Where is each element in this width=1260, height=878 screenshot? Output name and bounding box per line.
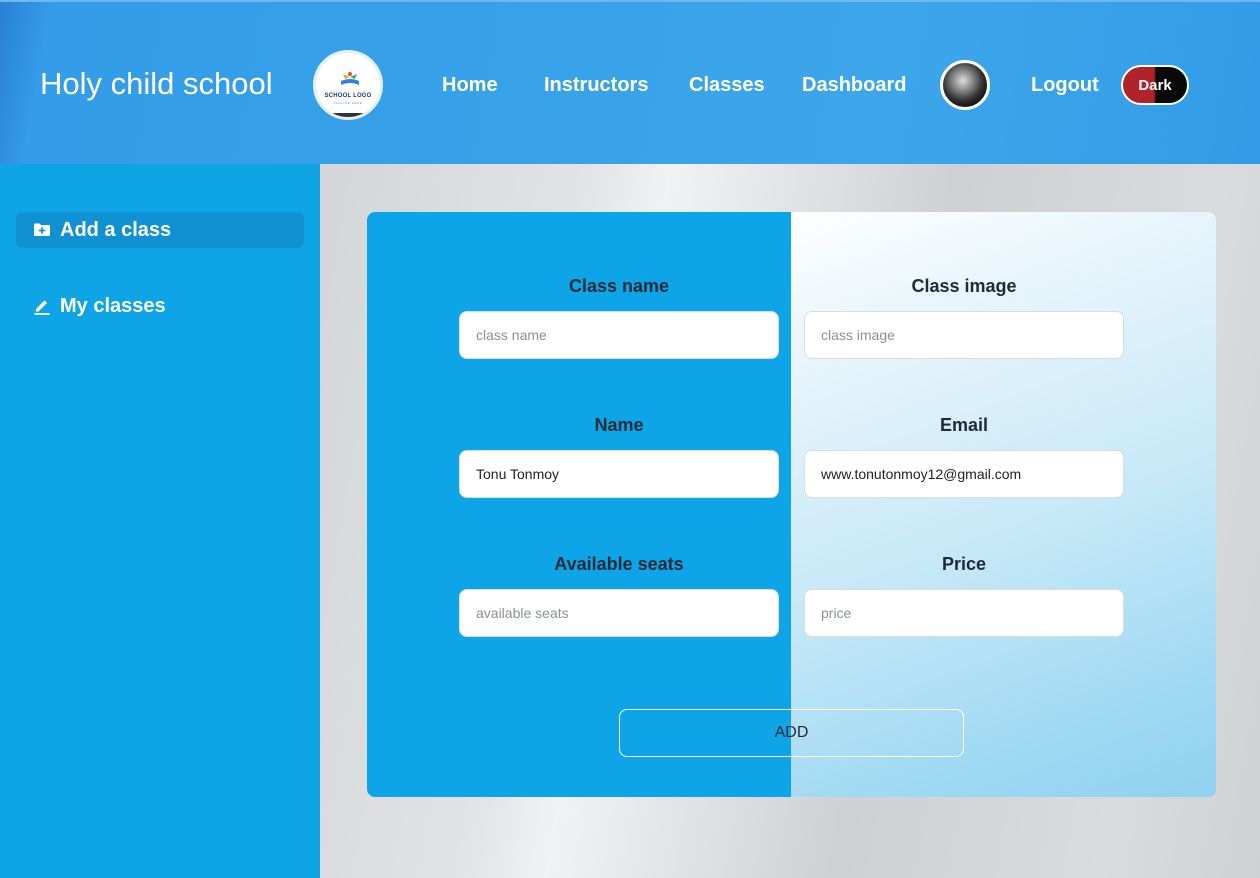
logout-button[interactable]: Logout: [1031, 74, 1099, 97]
sidebar-item-my-classes[interactable]: My classes: [16, 288, 304, 324]
top-navbar: Holy child school SCHOOL LOGO TAGLINE HE…: [0, 0, 1260, 164]
nav-instructors[interactable]: Instructors: [544, 74, 648, 97]
class-image-label: Class image: [911, 276, 1017, 296]
class-name-label: Class name: [568, 276, 670, 296]
class-name-input[interactable]: [459, 311, 779, 359]
available-seats-input[interactable]: [459, 589, 779, 637]
name-label: Name: [594, 415, 644, 435]
price-input[interactable]: [804, 589, 1124, 637]
price-label: Price: [941, 554, 987, 574]
class-image-input[interactable]: [804, 311, 1124, 359]
nav-home[interactable]: Home: [442, 74, 498, 97]
user-avatar[interactable]: [940, 60, 990, 110]
site-title[interactable]: Holy child school: [40, 66, 273, 102]
logo-icon: [341, 72, 359, 85]
folder-plus-icon: [34, 223, 50, 236]
logo-tagline: TAGLINE HERE: [333, 101, 363, 105]
name-input[interactable]: [459, 450, 779, 498]
email-label: Email: [939, 415, 989, 435]
nav-dashboard[interactable]: Dashboard: [802, 74, 906, 97]
email-input[interactable]: [804, 450, 1124, 498]
available-seats-label: Available seats: [554, 554, 684, 574]
pencil-icon: [34, 300, 50, 315]
school-logo[interactable]: SCHOOL LOGO TAGLINE HERE: [313, 50, 383, 120]
logo-text: SCHOOL LOGO: [324, 93, 372, 99]
theme-toggle[interactable]: Dark: [1121, 65, 1189, 105]
sidebar-item-add-class[interactable]: Add a class: [16, 212, 304, 248]
logo-base: [328, 113, 368, 117]
sidebar-item-label: Add a class: [60, 219, 172, 241]
sidebar-item-label: My classes: [60, 295, 166, 317]
nav-classes[interactable]: Classes: [689, 74, 765, 97]
main-content: Class name Class image Name Email Availa…: [320, 164, 1260, 878]
add-button[interactable]: ADD: [619, 709, 964, 757]
add-class-form: Class name Class image Name Email Availa…: [367, 212, 1216, 797]
sidebar: Add a class My classes: [0, 164, 320, 878]
theme-toggle-label: Dark: [1138, 77, 1172, 94]
